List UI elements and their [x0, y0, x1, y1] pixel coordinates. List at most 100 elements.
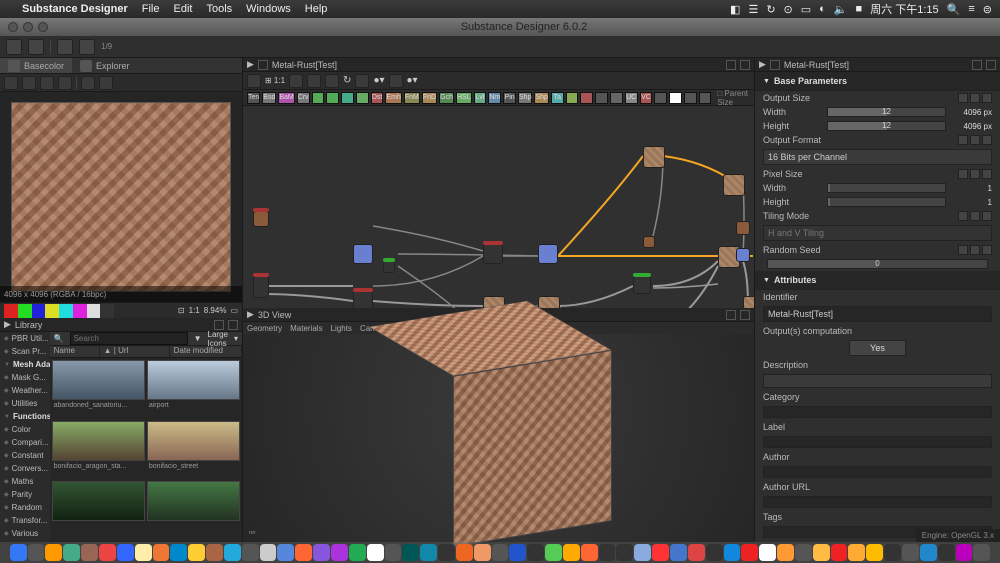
tray-icon[interactable]: ↻: [766, 3, 775, 16]
tree-item[interactable]: Scan Pr...: [0, 345, 50, 358]
toolbar-btn[interactable]: [389, 74, 403, 88]
dock-app-icon[interactable]: [402, 544, 419, 561]
section-base-params[interactable]: Base Parameters: [755, 72, 1000, 91]
tray-icon[interactable]: ◐: [819, 3, 826, 15]
menu-help[interactable]: Help: [305, 3, 328, 15]
graph-node[interactable]: [353, 291, 373, 308]
tray-icon[interactable]: 🔈: [834, 3, 848, 16]
toolbar-btn[interactable]: [289, 74, 303, 88]
toolbar-btn[interactable]: [40, 76, 54, 90]
dock-app-icon[interactable]: [188, 544, 205, 561]
tree-item[interactable]: Convers...: [0, 462, 50, 475]
dock-app-icon[interactable]: [670, 544, 687, 561]
node-chip[interactable]: [566, 92, 579, 104]
dock-app-icon[interactable]: [831, 544, 848, 561]
node-chip[interactable]: Ten: [247, 92, 260, 104]
tree-item[interactable]: Mask G...: [0, 371, 50, 384]
width-slider[interactable]: 12: [827, 107, 946, 117]
node-chip[interactable]: [356, 92, 369, 104]
toolbar-btn[interactable]: [307, 74, 321, 88]
identifier-field[interactable]: Metal-Rust[Test]: [763, 306, 992, 322]
dock-app-icon[interactable]: [509, 544, 526, 561]
dock-app-icon[interactable]: [277, 544, 294, 561]
dock-app-icon[interactable]: [795, 544, 812, 561]
dock-app-icon[interactable]: [45, 544, 62, 561]
dock-app-icon[interactable]: [652, 544, 669, 561]
node-chip[interactable]: [341, 92, 354, 104]
tree-item[interactable]: Various: [0, 527, 50, 540]
3d-viewport[interactable]: Geometry Materials Lights Camera Environ…: [243, 322, 754, 542]
graph-node[interactable]: [253, 276, 269, 298]
dock-app-icon[interactable]: [634, 544, 651, 561]
node-chip[interactable]: FnD: [422, 92, 437, 104]
tab-explorer[interactable]: Explorer: [72, 58, 138, 73]
panel-btn[interactable]: [972, 60, 982, 70]
dock-app-icon[interactable]: [242, 544, 259, 561]
node-chip[interactable]: Lvl: [474, 92, 487, 104]
library-thumb[interactable]: [52, 481, 145, 540]
height-slider[interactable]: 12: [827, 121, 946, 131]
tiling-select[interactable]: H and V Tiling: [763, 225, 992, 241]
graph-output[interactable]: [736, 248, 750, 262]
dock-app-icon[interactable]: [331, 544, 348, 561]
dock-app-icon[interactable]: [474, 544, 491, 561]
dock-app-icon[interactable]: [28, 544, 45, 561]
graph-node[interactable]: [253, 211, 269, 227]
dock-app-icon[interactable]: [153, 544, 170, 561]
graph-node[interactable]: [483, 244, 503, 264]
dock-app-icon[interactable]: [349, 544, 366, 561]
close-icon[interactable]: [986, 60, 996, 70]
dock-app-icon[interactable]: [10, 544, 27, 561]
dock-app-icon[interactable]: [759, 544, 776, 561]
node-chip[interactable]: Gch: [439, 92, 454, 104]
graph-node[interactable]: [633, 276, 651, 294]
tree-item[interactable]: Functions: [0, 410, 50, 423]
graph-node[interactable]: [723, 174, 745, 196]
traffic-lights[interactable]: [0, 22, 48, 32]
menu-edit[interactable]: Edit: [174, 3, 193, 15]
texture-preview[interactable]: 4096 x 4096 (RGBA / 16bpc): [0, 92, 242, 302]
filter-icon[interactable]: ▼: [194, 334, 202, 343]
dock-app-icon[interactable]: [313, 544, 330, 561]
node-chip[interactable]: FnM: [404, 92, 420, 104]
node-chip[interactable]: [699, 92, 712, 104]
dock-app-icon[interactable]: [206, 544, 223, 561]
zoom-slider[interactable]: ▭: [230, 306, 238, 315]
library-thumb[interactable]: airport: [147, 360, 240, 419]
tree-item[interactable]: Weather...: [0, 384, 50, 397]
library-grid[interactable]: abandoned_sanatoriu... airport bonifacio…: [50, 358, 242, 542]
node-graph[interactable]: [243, 106, 754, 308]
dock-app-icon[interactable]: [117, 544, 134, 561]
tree-item[interactable]: Mesh Adap...: [0, 358, 50, 371]
node-chip[interactable]: UC: [625, 92, 638, 104]
node-chip[interactable]: Nm: [488, 92, 501, 104]
dock-app-icon[interactable]: [938, 544, 955, 561]
graph-node[interactable]: [353, 244, 373, 264]
dock-app-icon[interactable]: [866, 544, 883, 561]
node-chip[interactable]: Bsd: [262, 92, 276, 104]
dock-app-icon[interactable]: [973, 544, 990, 561]
tab-basecolor[interactable]: Basecolor: [0, 58, 72, 73]
node-chip[interactable]: Ta: [551, 92, 564, 104]
graph-node[interactable]: [383, 261, 395, 273]
node-chip[interactable]: Shp: [534, 92, 548, 104]
dock-app-icon[interactable]: [920, 544, 937, 561]
dock-app-icon[interactable]: [724, 544, 741, 561]
section-attributes[interactable]: Attributes: [755, 271, 1000, 290]
dock-app-icon[interactable]: [492, 544, 509, 561]
node-chip[interactable]: [669, 92, 682, 104]
dock-app-icon[interactable]: [545, 544, 562, 561]
dock-app-icon[interactable]: [688, 544, 705, 561]
menu-windows[interactable]: Windows: [246, 3, 291, 15]
node-chip[interactable]: VC: [640, 92, 653, 104]
panel-btn[interactable]: [214, 320, 224, 330]
dock-app-icon[interactable]: [224, 544, 241, 561]
dock-app-icon[interactable]: [599, 544, 616, 561]
tree-item[interactable]: Random: [0, 501, 50, 514]
view-mode[interactable]: Large Icons: [208, 330, 228, 348]
dock-app-icon[interactable]: [438, 544, 455, 561]
node-chip[interactable]: [610, 92, 623, 104]
tray-icon[interactable]: ■: [856, 3, 863, 15]
dock-app-icon[interactable]: [385, 544, 402, 561]
tray-icon[interactable]: ☰: [748, 3, 758, 16]
